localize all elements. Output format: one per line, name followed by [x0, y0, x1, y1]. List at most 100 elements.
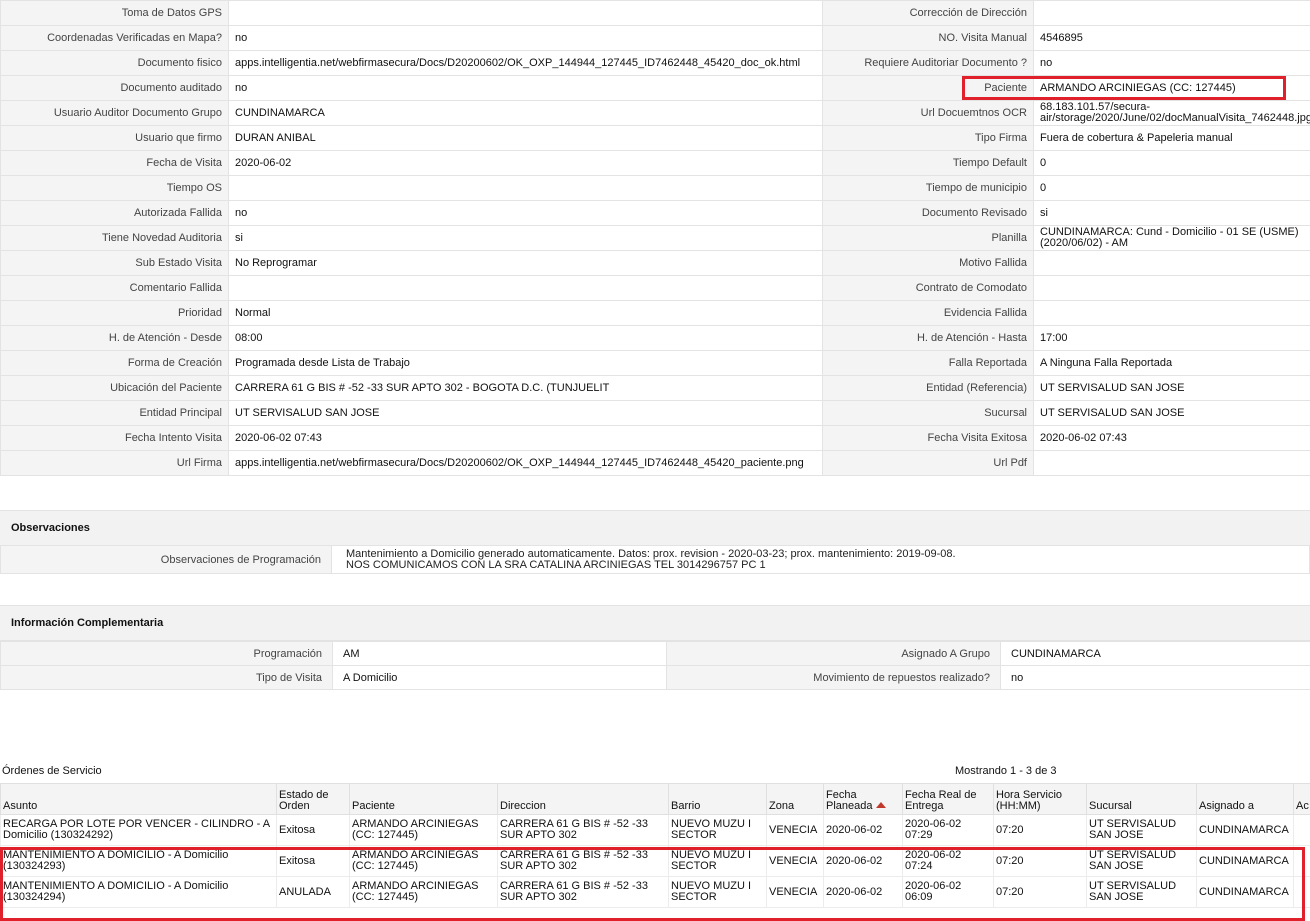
orders-column-header[interactable]: Paciente [350, 784, 498, 815]
detail-label: Fecha Intento Visita [1, 426, 229, 451]
detail-value: 4546895 [1034, 26, 1310, 51]
detail-label: Usuario Auditor Documento Grupo [1, 101, 229, 126]
detail-row: Usuario Auditor Documento GrupoCUNDINAMA… [1, 101, 1310, 126]
detail-value: Programada desde Lista de Trabajo [229, 351, 823, 376]
detail-row: Coordenadas Verificadas en Mapa?noNO. Vi… [1, 26, 1310, 51]
detail-value: si [1034, 201, 1310, 226]
detail-row: Comentario FallidaContrato de Comodato [1, 276, 1310, 301]
detail-value: A Ninguna Falla Reportada [1034, 351, 1310, 376]
orders-cell: 2020-06-02 07:24 [903, 846, 994, 877]
orders-column-header[interactable]: Asignado a [1197, 784, 1294, 815]
orders-column-header[interactable]: Direccion [498, 784, 669, 815]
detail-label: Sucursal [823, 401, 1034, 426]
orders-cell: UT SERVISALUD SAN JOSE [1087, 877, 1197, 908]
complementaria-title: Información Complementaria [11, 617, 163, 629]
orders-column-label: Fecha Planeada [826, 789, 873, 812]
orders-column-header[interactable]: Fecha Real de Entrega [903, 784, 994, 815]
orders-cell [1294, 877, 1310, 908]
detail-value: No Reprogramar [229, 251, 823, 276]
orders-column-label: Hora Servicio (HH:MM) [996, 789, 1062, 812]
detail-label: Tiempo Default [823, 151, 1034, 176]
detail-value: CUNDINAMARCA [229, 101, 823, 126]
sort-ascending-icon[interactable] [876, 802, 886, 808]
detail-row: Tiempo OSTiempo de municipio0 [1, 176, 1310, 201]
detail-value: UT SERVISALUD SAN JOSE [1034, 376, 1310, 401]
detail-label: Tiempo de municipio [823, 176, 1034, 201]
orders-cell: ARMANDO ARCINIEGAS (CC: 127445) [350, 846, 498, 877]
detail-value: 68.183.101.57/secura-air/storage/2020/Ju… [1034, 101, 1310, 126]
observaciones-title: Observaciones [11, 522, 90, 534]
complementaria-row: ProgramaciónAMAsignado A GrupoCUNDINAMAR… [1, 642, 1310, 666]
orders-cell [1294, 815, 1310, 846]
orders-cell: 07:20 [994, 846, 1087, 877]
detail-label: Forma de Creación [1, 351, 229, 376]
detail-label: Usuario que firmo [1, 126, 229, 151]
orders-column-header[interactable]: Ac [1294, 784, 1310, 815]
detail-label: Evidencia Fallida [823, 301, 1034, 326]
detail-row: Tiene Novedad AuditoriasiPlanillaCUNDINA… [1, 226, 1310, 251]
detail-value: 17:00 [1034, 326, 1310, 351]
detail-label: Ubicación del Paciente [1, 376, 229, 401]
observaciones-value: Mantenimiento a Domicilio generado autom… [332, 546, 1310, 574]
detail-label: H. de Atención - Hasta [823, 326, 1034, 351]
orders-cell: UT SERVISALUD SAN JOSE [1087, 846, 1197, 877]
orders-column-header[interactable]: Zona [767, 784, 824, 815]
detail-value: no [229, 201, 823, 226]
complementaria-label: Movimiento de repuestos realizado? [667, 666, 1001, 690]
orders-cell: Exitosa [277, 815, 350, 846]
orders-title: Órdenes de Servicio [2, 765, 102, 777]
complementaria-header: Información Complementaria [0, 605, 1310, 641]
detail-label: Url Firma [1, 451, 229, 476]
detail-value: CARRERA 61 G BIS # -52 -33 SUR APTO 302 … [229, 376, 823, 401]
orders-column-header[interactable]: Barrio [669, 784, 767, 815]
detail-label: Comentario Fallida [1, 276, 229, 301]
observaciones-line-2: NOS COMUNICAMOS CON LA SRA CATALINA ARCI… [346, 560, 1299, 571]
orders-column-header[interactable]: Asunto [1, 784, 277, 815]
orders-cell: CUNDINAMARCA [1197, 877, 1294, 908]
detail-row: Forma de CreaciónProgramada desde Lista … [1, 351, 1310, 376]
orders-column-header[interactable]: Hora Servicio (HH:MM) [994, 784, 1087, 815]
detail-value: 2020-06-02 [229, 151, 823, 176]
detail-value: 2020-06-02 07:43 [1034, 426, 1310, 451]
detail-label: Paciente [823, 76, 1034, 101]
orders-cell: 2020-06-02 07:29 [903, 815, 994, 846]
orders-cell: ARMANDO ARCINIEGAS (CC: 127445) [350, 877, 498, 908]
complementaria-value: A Domicilio [333, 666, 667, 690]
orders-table-row[interactable]: MANTENIMIENTO A DOMICILIO - A Domicilio … [1, 846, 1310, 877]
detail-row: Url Firmaapps.intelligentia.net/webfirma… [1, 451, 1310, 476]
detail-value [229, 276, 823, 301]
complementaria-label: Asignado A Grupo [667, 642, 1001, 666]
observaciones-line-1: Mantenimiento a Domicilio generado autom… [346, 549, 1299, 560]
detail-value: apps.intelligentia.net/webfirmasecura/Do… [229, 451, 823, 476]
orders-cell: VENECIA [767, 815, 824, 846]
orders-table-row[interactable]: RECARGA POR LOTE POR VENCER - CILINDRO -… [1, 815, 1310, 846]
orders-cell: UT SERVISALUD SAN JOSE [1087, 815, 1197, 846]
detail-label: Requiere Auditoriar Documento ? [823, 51, 1034, 76]
detail-label: Entidad (Referencia) [823, 376, 1034, 401]
detail-label: Planilla [823, 226, 1034, 251]
orders-cell: CARRERA 61 G BIS # -52 -33 SUR APTO 302 [498, 815, 669, 846]
detail-row: Documento fisicoapps.intelligentia.net/w… [1, 51, 1310, 76]
orders-cell: 07:20 [994, 815, 1087, 846]
orders-cell: NUEVO MUZU I SECTOR [669, 846, 767, 877]
orders-column-label: Ac [1296, 800, 1309, 812]
orders-column-header[interactable]: Fecha Planeada [824, 784, 903, 815]
orders-column-label: Direccion [500, 800, 546, 812]
orders-cell: 2020-06-02 [824, 846, 903, 877]
orders-column-header[interactable]: Sucursal [1087, 784, 1197, 815]
complementaria-value: AM [333, 642, 667, 666]
complementaria-value: no [1001, 666, 1310, 690]
detail-label: Url Docuemtnos OCR [823, 101, 1034, 126]
detail-value: no [229, 76, 823, 101]
detail-row: Toma de Datos GPSCorrección de Dirección [1, 1, 1310, 26]
orders-column-header[interactable]: Estado de Orden [277, 784, 350, 815]
orders-cell [1294, 846, 1310, 877]
orders-column-label: Zona [769, 800, 794, 812]
orders-table-row[interactable]: MANTENIMIENTO A DOMICILIO - A Domicilio … [1, 877, 1310, 908]
detail-row: Autorizada FallidanoDocumento Revisadosi [1, 201, 1310, 226]
detail-value [229, 176, 823, 201]
detail-label: Entidad Principal [1, 401, 229, 426]
detail-value: Fuera de cobertura & Papeleria manual [1034, 126, 1310, 151]
detail-row: Usuario que firmoDURAN ANIBALTipo FirmaF… [1, 126, 1310, 151]
detail-value: ARMANDO ARCINIEGAS (CC: 127445) [1034, 76, 1310, 101]
